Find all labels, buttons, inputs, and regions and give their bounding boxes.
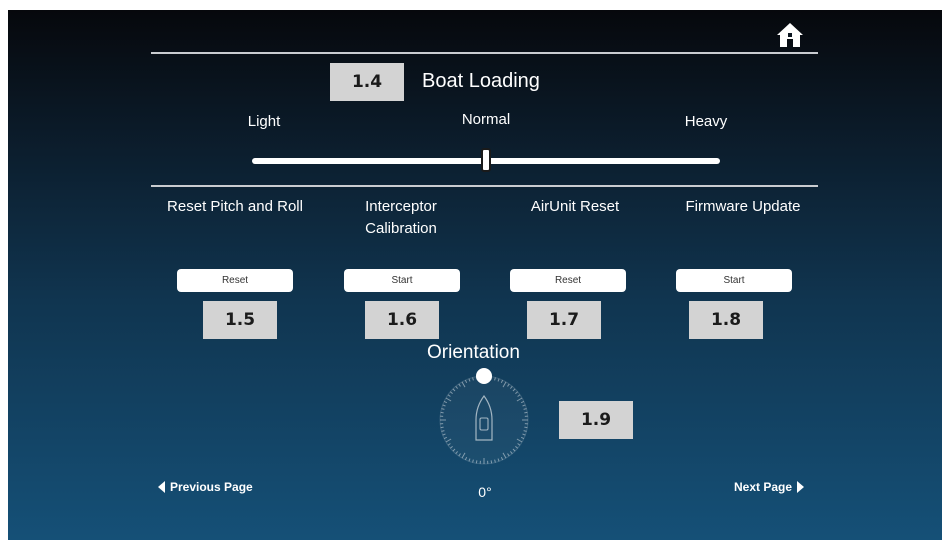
light-label: Light xyxy=(247,113,281,130)
firmware-update-start-button[interactable]: Start xyxy=(676,269,792,292)
reset-pitch-roll-title: Reset Pitch and Roll xyxy=(167,198,303,215)
boat-loading-slider[interactable] xyxy=(252,148,720,172)
airunit-reset-button[interactable]: Reset xyxy=(510,269,626,292)
orientation-dial[interactable] xyxy=(438,368,530,466)
home-icon xyxy=(777,23,803,47)
top-divider xyxy=(151,52,818,54)
previous-page-label: Previous Page xyxy=(170,480,253,494)
chevron-right-icon xyxy=(797,481,805,493)
slider-thumb[interactable] xyxy=(481,148,491,172)
tag-1-4: 1.4 xyxy=(330,63,404,101)
interceptor-calibration-start-button[interactable]: Start xyxy=(344,269,460,292)
firmware-update-title: Firmware Update xyxy=(685,198,801,215)
tag-1-5: 1.5 xyxy=(203,301,277,339)
home-button[interactable] xyxy=(772,18,808,52)
heavy-label: Heavy xyxy=(684,113,728,130)
interceptor-calibration-title: Interceptor Calibration xyxy=(365,198,437,237)
normal-label: Normal xyxy=(461,111,511,128)
chevron-left-icon xyxy=(158,481,165,493)
tag-1-7: 1.7 xyxy=(527,301,601,339)
previous-page-link[interactable]: Previous Page xyxy=(158,480,253,494)
tag-1-9: 1.9 xyxy=(559,401,633,439)
orientation-title: Orientation xyxy=(427,342,520,363)
compass-dial xyxy=(439,375,529,465)
orientation-knob[interactable] xyxy=(476,368,492,384)
next-page-label: Next Page xyxy=(734,480,793,494)
tag-1-6: 1.6 xyxy=(365,301,439,339)
airunit-reset-title: AirUnit Reset xyxy=(530,198,620,215)
next-page-link[interactable]: Next Page xyxy=(734,480,805,494)
middle-divider xyxy=(151,185,818,187)
reset-pitch-roll-button[interactable]: Reset xyxy=(177,269,293,292)
settings-screen: 1.4 Boat Loading Light Normal Heavy Rese… xyxy=(8,10,942,540)
boat-loading-title: Boat Loading xyxy=(422,70,540,92)
orientation-angle: 0° xyxy=(478,484,492,500)
tag-1-8: 1.8 xyxy=(689,301,763,339)
